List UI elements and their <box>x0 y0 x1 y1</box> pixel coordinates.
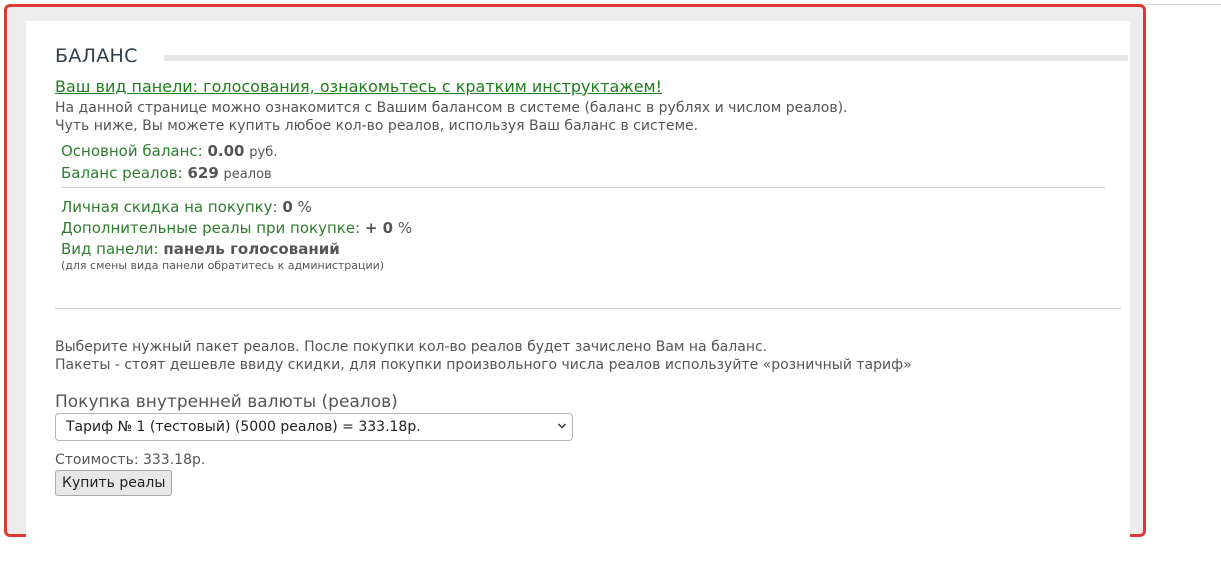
intro-text-line-1: На данной странице можно ознакомится с В… <box>55 100 848 116</box>
main-balance: Основной баланс: 0.00 руб. <box>61 142 277 160</box>
purchase-section-title: Покупка внутренней валюты (реалов) <box>55 392 398 412</box>
personal-discount-value: 0 <box>282 198 293 216</box>
section-divider <box>55 308 1121 309</box>
purchase-info-line-1: Выберите нужный пакет реалов. После поку… <box>55 339 768 355</box>
panel-type-label: Вид панели: <box>61 240 164 258</box>
balance-panel: БАЛАНС Ваш вид панели: голосования, озна… <box>26 21 1130 541</box>
reals-balance-unit: реалов <box>223 167 272 182</box>
reals-balance: Баланс реалов: 629 реалов <box>61 164 272 182</box>
tariff-select-value: Тариф № 1 (тестовый) (5000 реалов) = 333… <box>66 419 421 435</box>
main-balance-unit: руб. <box>249 145 278 160</box>
extra-reals: Дополнительные реалы при покупке: + 0 % <box>61 219 412 237</box>
tariff-select[interactable]: Тариф № 1 (тестовый) (5000 реалов) = 333… <box>55 413 573 441</box>
extra-reals-unit: % <box>397 219 413 237</box>
highlight-frame: БАЛАНС Ваш вид панели: голосования, озна… <box>4 4 1146 541</box>
main-balance-label: Основной баланс: <box>61 142 208 160</box>
panel-type: Вид панели: панель голосований <box>61 240 340 258</box>
purchase-info-line-2: Пакеты - стоят дешевле ввиду скидки, для… <box>55 357 912 373</box>
purchase-cost: Стоимость: 333.18р. <box>55 452 206 468</box>
main-balance-value: 0.00 <box>207 142 245 160</box>
panel-change-note: (для смены вида панели обратитесь к адми… <box>61 259 385 272</box>
personal-discount: Личная скидка на покупку: 0 % <box>61 198 312 216</box>
balance-divider <box>61 187 1105 188</box>
section-header: БАЛАНС <box>55 45 1130 69</box>
panel-type-value: панель голосований <box>163 240 340 258</box>
extra-reals-label: Дополнительные реалы при покупке: <box>61 219 365 237</box>
personal-discount-unit: % <box>297 198 312 216</box>
reals-balance-label: Баланс реалов: <box>61 164 188 182</box>
title-underline-bar <box>164 55 1128 61</box>
buy-reals-button[interactable]: Купить реалы <box>55 470 173 496</box>
page-title: БАЛАНС <box>55 45 138 67</box>
personal-discount-label: Личная скидка на покупку: <box>61 198 283 216</box>
intro-text-line-2: Чуть ниже, Вы можете купить любое кол-во… <box>55 118 699 134</box>
chevron-down-icon <box>558 423 566 429</box>
reals-balance-value: 629 <box>187 164 219 182</box>
extra-reals-value: + 0 <box>364 219 394 237</box>
panel-instructions-link[interactable]: Ваш вид панели: голосования, ознакомьтес… <box>55 77 662 96</box>
top-right-rule <box>1145 4 1221 5</box>
